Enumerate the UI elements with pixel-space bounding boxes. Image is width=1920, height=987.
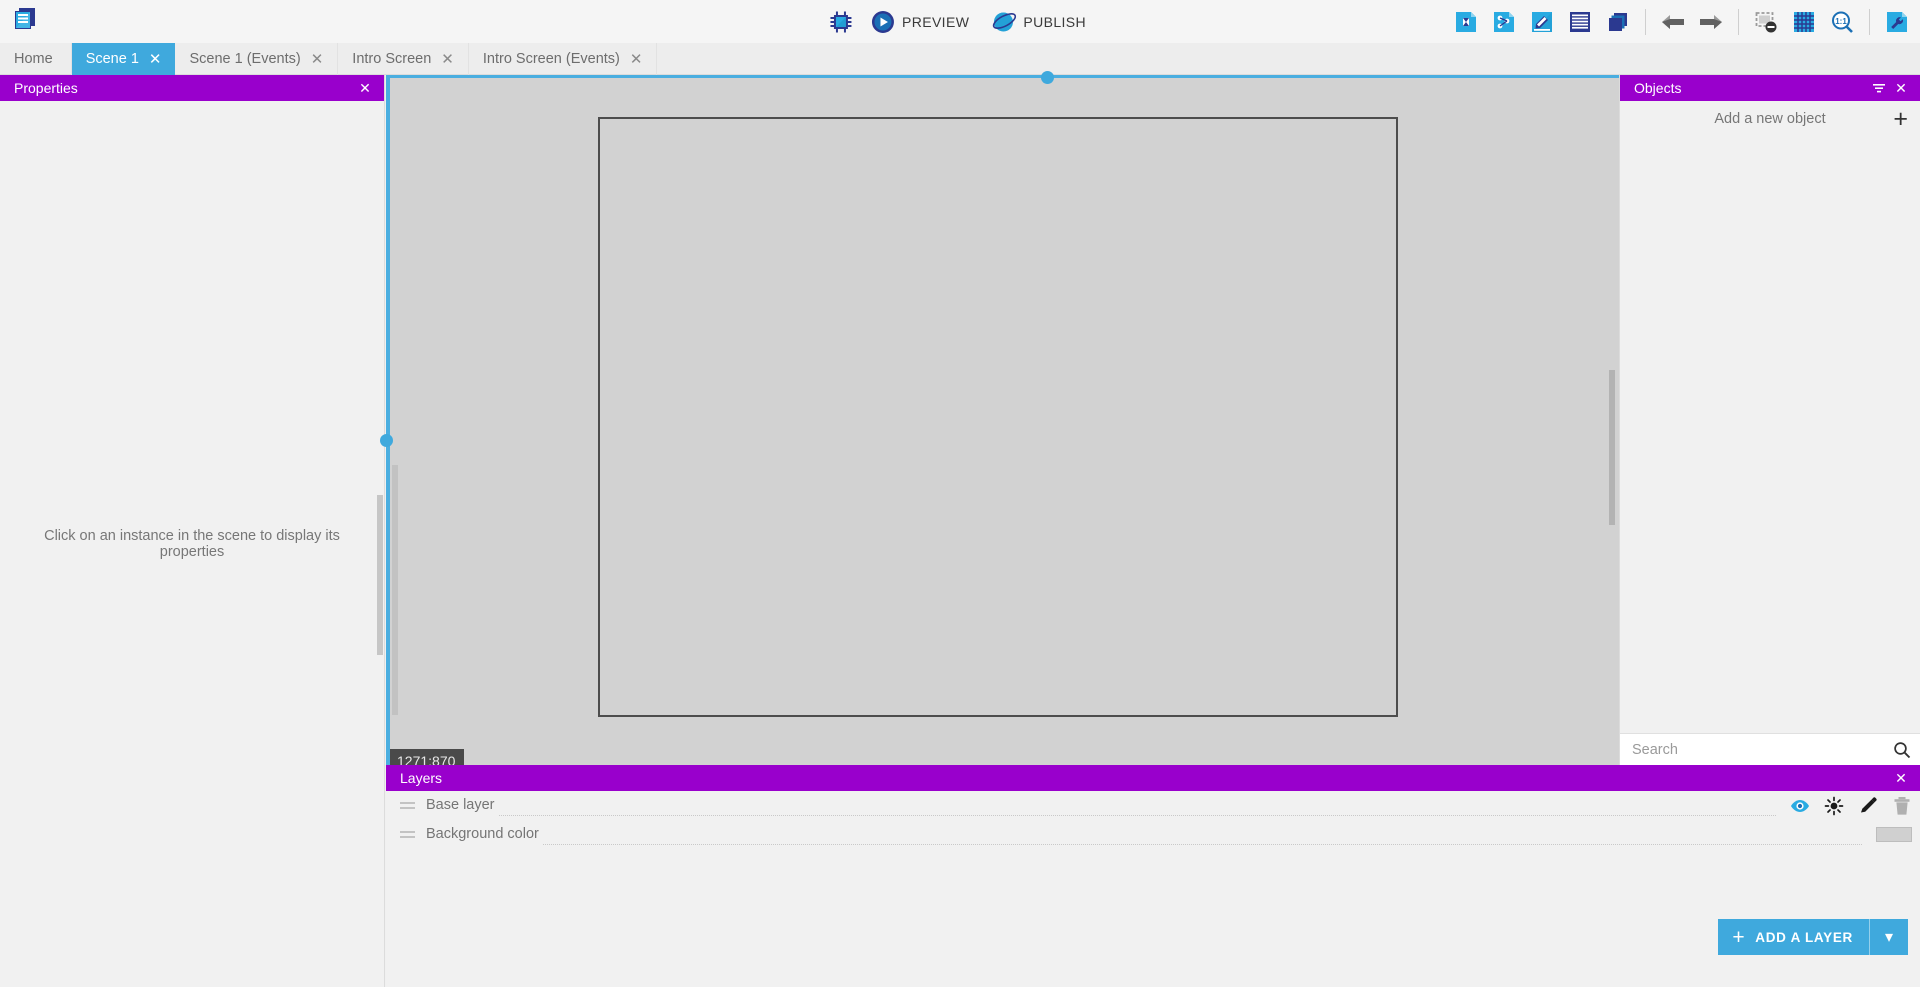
undo-icon[interactable] xyxy=(1656,5,1690,39)
visibility-eye-icon[interactable] xyxy=(1790,796,1810,816)
preview-button[interactable]: PREVIEW xyxy=(866,5,979,39)
tab-label: Intro Screen (Events) xyxy=(482,51,620,67)
debug-button[interactable] xyxy=(824,5,858,39)
tab-label: Intro Screen xyxy=(352,51,432,67)
tab-scene-1-events[interactable]: Scene 1 (Events) ✕ xyxy=(175,43,339,75)
properties-empty-message: Click on an instance in the scene to dis… xyxy=(44,528,340,560)
add-new-object-button[interactable]: Add a new object + xyxy=(1620,101,1920,137)
layers-panel-header: Layers ✕ xyxy=(386,765,1920,791)
toolbar-left-group xyxy=(8,2,42,36)
properties-panel-title: Properties xyxy=(14,80,78,96)
filter-icon[interactable] xyxy=(1868,77,1890,99)
search-input[interactable] xyxy=(1630,740,1891,759)
add-new-object-label: Add a new object xyxy=(1714,111,1826,127)
tab-scene-1[interactable]: Scene 1 ✕ xyxy=(71,43,176,75)
objects-panel-title: Objects xyxy=(1634,80,1682,96)
toolbar-separator xyxy=(1738,8,1739,35)
tab-intro-screen[interactable]: Intro Screen ✕ xyxy=(338,43,469,75)
globe-icon[interactable] xyxy=(987,5,1021,39)
layer-name[interactable]: Background color xyxy=(426,826,539,843)
chevron-down-icon[interactable]: ▾ xyxy=(1870,919,1908,955)
properties-scrollbar[interactable] xyxy=(377,495,383,655)
plus-icon: + xyxy=(1732,925,1746,949)
canvas-left-edge-handle[interactable] xyxy=(386,75,390,775)
layer-name-underline xyxy=(498,800,1776,816)
tab-home[interactable]: Home xyxy=(0,43,72,75)
tab-intro-screen-events[interactable]: Intro Screen (Events) ✕ xyxy=(469,43,658,75)
tab-label: Scene 1 (Events) xyxy=(189,51,301,67)
edit-pencil-icon[interactable] xyxy=(1858,796,1878,816)
canvas-top-resize-handle[interactable] xyxy=(1041,71,1054,84)
table-row[interactable]: Base layer xyxy=(386,791,1920,820)
editor-tabs: Home Scene 1 ✕ Scene 1 (Events) ✕ Intro … xyxy=(0,43,1920,75)
layer-name[interactable]: Base layer xyxy=(426,797,495,814)
table-row[interactable]: Background color xyxy=(386,820,1920,849)
zoom-1-to-1-icon[interactable]: 1:1 xyxy=(1825,5,1859,39)
redo-icon[interactable] xyxy=(1694,5,1728,39)
background-color-swatch[interactable] xyxy=(1876,827,1912,842)
edit-icon[interactable] xyxy=(1525,5,1559,39)
tab-label: Scene 1 xyxy=(85,51,139,67)
plus-icon[interactable]: + xyxy=(1893,106,1908,132)
layers-stack-icon[interactable] xyxy=(1601,5,1635,39)
layers-panel: Layers ✕ Base layer Background color + A… xyxy=(386,765,1920,987)
properties-panel-body: Click on an instance in the scene to dis… xyxy=(0,101,384,987)
delete-selection-icon[interactable] xyxy=(1749,5,1783,39)
project-manager-icon[interactable] xyxy=(8,2,42,36)
scene-canvas[interactable]: 1271;870 xyxy=(386,75,1619,775)
layer-actions xyxy=(1876,827,1912,842)
objects-list[interactable] xyxy=(1620,137,1920,733)
debug-chip-icon[interactable] xyxy=(824,5,858,39)
toolbar-separator xyxy=(1645,8,1646,35)
add-a-layer-button[interactable]: + ADD A LAYER ▾ xyxy=(1718,919,1908,955)
close-icon[interactable]: ✕ xyxy=(1890,77,1912,99)
preview-label[interactable]: PREVIEW xyxy=(902,14,969,30)
objects-panel-header: Objects ✕ xyxy=(1620,75,1920,101)
tab-close-icon[interactable]: ✕ xyxy=(441,52,454,67)
drag-handle-icon[interactable] xyxy=(400,798,416,814)
canvas-left-scrollbar[interactable] xyxy=(392,465,398,715)
close-icon[interactable]: ✕ xyxy=(354,77,376,99)
add-scene-icon[interactable] xyxy=(1449,5,1483,39)
tab-label: Home xyxy=(14,51,53,67)
tab-close-icon[interactable]: ✕ xyxy=(149,52,162,67)
canvas-left-resize-handle[interactable] xyxy=(380,434,393,447)
canvas-vertical-scrollbar[interactable] xyxy=(1609,370,1615,525)
layers-panel-title: Layers xyxy=(400,770,443,786)
scene-bounds-rectangle xyxy=(598,117,1398,717)
publish-button[interactable]: PUBLISH xyxy=(987,5,1096,39)
close-icon[interactable]: ✕ xyxy=(1890,767,1912,789)
add-a-layer-label: ADD A LAYER xyxy=(1755,929,1853,945)
objects-panel: Objects ✕ Add a new object + xyxy=(1619,75,1920,765)
list-icon[interactable] xyxy=(1563,5,1597,39)
toolbar-separator xyxy=(1869,8,1870,35)
top-toolbar: PREVIEW PUBLISH 1:1 xyxy=(0,0,1920,43)
toolbar-right-group: 1:1 xyxy=(1449,0,1914,43)
add-a-layer-main[interactable]: + ADD A LAYER xyxy=(1718,919,1869,955)
objects-search-bar[interactable] xyxy=(1620,733,1920,765)
wrench-icon[interactable] xyxy=(1880,5,1914,39)
publish-label[interactable]: PUBLISH xyxy=(1023,14,1086,30)
tab-close-icon[interactable]: ✕ xyxy=(311,52,324,67)
effects-icon[interactable] xyxy=(1824,796,1844,816)
toolbar-center-group: PREVIEW PUBLISH xyxy=(824,0,1096,43)
search-icon[interactable] xyxy=(1891,739,1913,761)
play-icon[interactable] xyxy=(866,5,900,39)
properties-panel: Properties ✕ Click on an instance in the… xyxy=(0,75,385,987)
delete-trash-icon[interactable] xyxy=(1892,796,1912,816)
canvas-top-edge-handle[interactable] xyxy=(386,75,1619,78)
grid-icon[interactable] xyxy=(1787,5,1821,39)
svg-text:1:1: 1:1 xyxy=(1835,17,1847,26)
drag-handle-icon[interactable] xyxy=(400,827,416,843)
layer-name-underline xyxy=(542,829,1862,845)
gdevelop-scene-editor: PREVIEW PUBLISH 1:1 Home Scene 1 ✕ Scene… xyxy=(0,0,1920,987)
tab-close-icon[interactable]: ✕ xyxy=(630,52,643,67)
layer-actions xyxy=(1790,796,1912,816)
add-external-events-icon[interactable] xyxy=(1487,5,1521,39)
properties-panel-header: Properties ✕ xyxy=(0,75,384,101)
